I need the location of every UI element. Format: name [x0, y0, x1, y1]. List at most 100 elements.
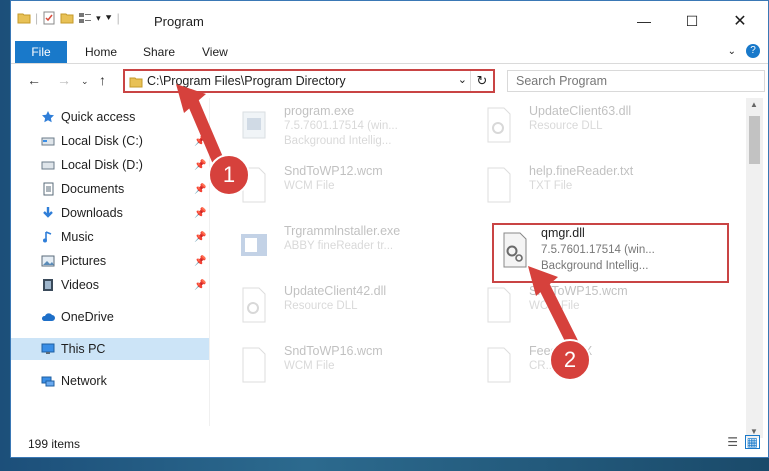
- file-item-updateclient42[interactable]: UpdateClient42.dll Resource DLL: [211, 282, 441, 338]
- explorer-window: | ▾ ⯆ | Program — ☐ ✕ File Home Share Vi…: [10, 0, 769, 458]
- scrollbar-thumb[interactable]: [749, 116, 760, 164]
- file-detail: WCM File: [284, 360, 335, 372]
- sidebar-item-local-disk-d[interactable]: Local Disk (D:) 📌: [11, 154, 209, 176]
- back-button[interactable]: ←: [27, 72, 41, 88]
- installer-icon: [241, 234, 267, 256]
- file-item-sndtowp15[interactable]: SndToWP15.wcm WCM File: [456, 282, 686, 338]
- item-count: 199 items: [28, 437, 81, 451]
- file-item-updateclient63[interactable]: UpdateClient63.dll Resource DLL: [456, 102, 686, 158]
- minimize-button[interactable]: —: [621, 1, 667, 41]
- sidebar-item-label: Videos: [61, 278, 99, 292]
- sidebar-item-documents[interactable]: Documents 📌: [11, 178, 209, 200]
- file-name: SndToWP16.wcm: [284, 344, 383, 358]
- file-item-program-exe[interactable]: program.exe 7.5.7601.17514 (win... Backg…: [211, 102, 441, 158]
- file-detail: Resource DLL: [284, 300, 358, 312]
- sidebar-item-onedrive[interactable]: OneDrive: [11, 306, 209, 328]
- star-icon: [42, 111, 54, 123]
- file-name: Trgrammlnstaller.exe: [284, 224, 401, 238]
- file-detail: 7.5.7601.17514 (win...: [284, 120, 398, 132]
- file-detail: TXT File: [529, 180, 573, 192]
- sidebar-item-quick-access[interactable]: Quick access: [11, 106, 209, 128]
- sidebar-item-this-pc[interactable]: This PC: [11, 338, 209, 360]
- sidebar-item-label: Network: [61, 374, 107, 388]
- sidebar-item-network[interactable]: Network: [11, 370, 209, 392]
- maximize-button[interactable]: ☐: [669, 1, 715, 41]
- pin-icon[interactable]: 📌: [194, 280, 206, 291]
- file-name: UpdateClient42.dll: [284, 284, 387, 298]
- dll-file-icon: [242, 287, 266, 323]
- pin-icon[interactable]: 📌: [194, 256, 206, 267]
- address-bar[interactable]: C:\Program Files\Program Directory ⌄ ↻: [123, 69, 495, 93]
- ribbon-right-controls: ⌄ ?: [728, 44, 760, 58]
- forward-button[interactable]: →: [57, 72, 71, 88]
- file-list: program.exe 7.5.7601.17514 (win... Backg…: [211, 98, 746, 426]
- file-name: program.exe: [284, 104, 355, 118]
- file-item-installer-exe[interactable]: Trgrammlnstaller.exe ABBY fineReader tr.…: [211, 222, 441, 278]
- vertical-scrollbar[interactable]: ▲ ▼: [746, 98, 763, 438]
- expand-ribbon-icon[interactable]: ⌄: [728, 46, 736, 57]
- tab-home[interactable]: Home: [85, 45, 117, 59]
- close-icon: ✕: [733, 13, 747, 30]
- view-options-icon[interactable]: [78, 11, 92, 25]
- scroll-up-icon[interactable]: ▲: [750, 100, 758, 109]
- folder-icon[interactable]: [17, 11, 31, 25]
- sidebar-item-music[interactable]: Music 📌: [11, 226, 209, 248]
- folder-icon: [129, 77, 143, 88]
- file-name: SndToWP15.wcm: [529, 284, 628, 298]
- close-button[interactable]: ✕: [717, 1, 763, 41]
- quick-access-toolbar: | ▾ ⯆ |: [17, 11, 120, 25]
- help-icon[interactable]: ?: [746, 44, 760, 58]
- pin-icon[interactable]: 📌: [194, 232, 206, 243]
- file-detail: 7.5.7601.17514 (win...: [541, 244, 655, 256]
- pin-icon[interactable]: 📌: [194, 184, 206, 195]
- tab-file[interactable]: File: [15, 41, 67, 63]
- file-detail: WCM File: [529, 300, 580, 312]
- tab-share[interactable]: Share: [143, 45, 175, 59]
- cloud-icon: [41, 313, 55, 321]
- pin-icon[interactable]: 📌: [194, 208, 206, 219]
- sidebar-item-label: Local Disk (C:): [61, 134, 143, 148]
- new-folder-icon[interactable]: [60, 11, 74, 25]
- details-view-icon[interactable]: ☰: [727, 435, 738, 449]
- file-item-help-finereader[interactable]: help.fineReader.txt TXT File: [456, 162, 686, 218]
- divider: |: [35, 11, 39, 25]
- title-bar: | ▾ ⯆ | Program — ☐ ✕: [11, 1, 768, 41]
- computer-icon: [41, 343, 55, 354]
- file-item-sndtowp16[interactable]: SndToWP16.wcm WCM File: [211, 342, 441, 398]
- recent-locations-icon[interactable]: ⌄: [81, 76, 89, 87]
- network-icon: [41, 376, 55, 387]
- customize-toolbar-icon[interactable]: ⯆: [105, 13, 113, 24]
- step-badge-1: 1: [208, 154, 250, 196]
- search-input[interactable]: Search Program: [507, 70, 765, 92]
- executable-icon: [242, 111, 266, 139]
- status-bar: 199 items ☰ ▦: [11, 433, 768, 457]
- file-item-qmgr-dll[interactable]: qmgr.dll 7.5.7601.17514 (win... Backgrou…: [492, 223, 729, 283]
- tab-view[interactable]: View: [202, 45, 228, 59]
- documents-icon: [43, 182, 54, 196]
- step-badge-2: 2: [549, 339, 591, 381]
- blank-file-icon: [487, 287, 511, 323]
- pin-icon[interactable]: 📌: [194, 160, 206, 171]
- file-name: qmgr.dll: [541, 226, 585, 240]
- sidebar-item-local-disk-c[interactable]: Local Disk (C:) 📌: [11, 130, 209, 152]
- dropdown-arrow-icon[interactable]: ▾: [96, 13, 101, 24]
- sidebar-item-label: This PC: [61, 342, 106, 356]
- pin-icon[interactable]: 📌: [194, 136, 206, 147]
- large-icons-view-icon[interactable]: ▦: [744, 435, 760, 449]
- refresh-icon[interactable]: ↻: [470, 71, 493, 91]
- divider: |: [116, 11, 120, 25]
- sidebar-item-label: Quick access: [61, 110, 136, 124]
- sidebar-item-downloads[interactable]: Downloads 📌: [11, 202, 209, 224]
- properties-checkmark-icon[interactable]: [42, 11, 56, 25]
- up-button[interactable]: ↑: [99, 72, 106, 88]
- address-path: C:\Program Files\Program Directory: [147, 74, 346, 88]
- file-detail: WCM File: [284, 180, 335, 192]
- address-dropdown-icon[interactable]: ⌄: [458, 73, 467, 86]
- sidebar-item-pictures[interactable]: Pictures 📌: [11, 250, 209, 272]
- maximize-icon: ☐: [685, 12, 699, 29]
- file-detail: Resource DLL: [529, 120, 603, 132]
- sidebar-item-label: Documents: [61, 182, 125, 196]
- dll-gear-file-icon: [503, 232, 527, 268]
- sidebar-item-videos[interactable]: Videos 📌: [11, 274, 209, 296]
- text-file-icon: [487, 167, 511, 203]
